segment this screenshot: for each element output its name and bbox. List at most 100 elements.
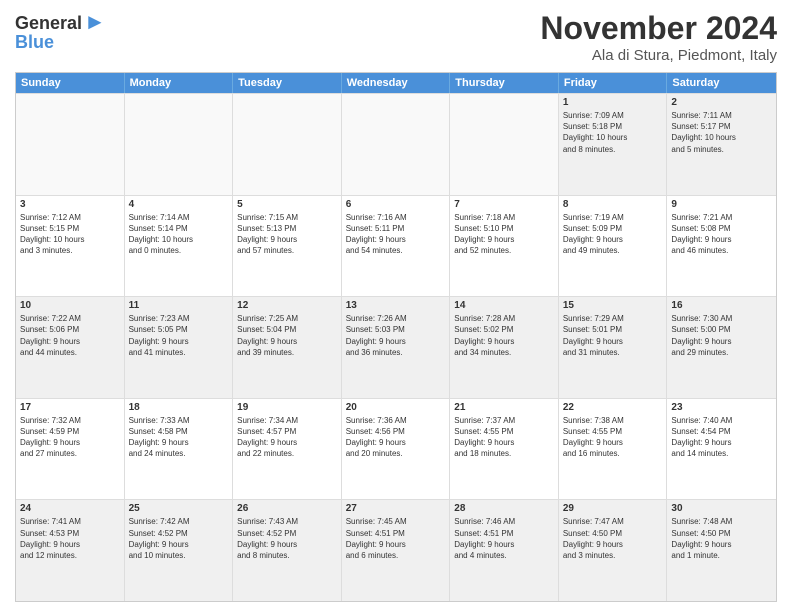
day-info: Sunrise: 7:34 AMSunset: 4:57 PMDaylight:… [237, 415, 337, 460]
day-number: 23 [671, 402, 772, 413]
calendar-cell: 7 Sunrise: 7:18 AMSunset: 5:10 PMDaylight… [450, 196, 559, 297]
calendar-row: 1 Sunrise: 7:09 AMSunset: 5:18 PMDaylight… [16, 93, 776, 195]
day-number: 16 [671, 300, 772, 311]
day-info: Sunrise: 7:33 AMSunset: 4:58 PMDaylight:… [129, 415, 229, 460]
day-number: 20 [346, 402, 446, 413]
day-info: Sunrise: 7:11 AMSunset: 5:17 PMDaylight:… [671, 110, 772, 155]
calendar-cell: 10Sunrise: 7:22 AMSunset: 5:06 PMDayligh… [16, 297, 125, 398]
day-number: 4 [129, 199, 229, 210]
calendar-cell [16, 94, 125, 195]
day-info: Sunrise: 7:45 AMSunset: 4:51 PMDaylight:… [346, 516, 446, 561]
calendar: SundayMondayTuesdayWednesdayThursdayFrid… [15, 72, 777, 602]
day-info: Sunrise: 7:18 AMSunset: 5:10 PMDaylight:… [454, 212, 554, 257]
calendar-cell [450, 94, 559, 195]
logo-general: General [15, 13, 82, 33]
calendar-cell: 2Sunrise: 7:11 AMSunset: 5:17 PMDaylight… [667, 94, 776, 195]
calendar-cell: 1 Sunrise: 7:09 AMSunset: 5:18 PMDaylight… [559, 94, 668, 195]
location: Ala di Stura, Piedmont, Italy [540, 47, 777, 64]
day-number: 17 [20, 402, 120, 413]
day-number: 3 [20, 199, 120, 210]
day-number: 15 [563, 300, 663, 311]
day-info: Sunrise: 7:42 AMSunset: 4:52 PMDaylight:… [129, 516, 229, 561]
calendar-cell: 6 Sunrise: 7:16 AMSunset: 5:11 PMDaylight… [342, 196, 451, 297]
calendar-cell: 14 Sunrise: 7:28 AMSunset: 5:02 PMDayligh… [450, 297, 559, 398]
day-number: 11 [129, 300, 229, 311]
day-info: Sunrise: 7:21 AMSunset: 5:08 PMDaylight:… [671, 212, 772, 257]
title-section: November 2024 Ala di Stura, Piedmont, It… [540, 10, 777, 64]
day-header: Wednesday [342, 73, 451, 93]
day-info: Sunrise: 7:46 AMSunset: 4:51 PMDaylight:… [454, 516, 554, 561]
logo-text: General► [15, 10, 106, 34]
day-info: Sunrise: 7:48 AMSunset: 4:50 PMDaylight:… [671, 516, 772, 561]
calendar-cell: 13 Sunrise: 7:26 AMSunset: 5:03 PMDayligh… [342, 297, 451, 398]
calendar-cell: 29 Sunrise: 7:47 AMSunset: 4:50 PMDayligh… [559, 500, 668, 601]
calendar-cell: 8Sunrise: 7:19 AMSunset: 5:09 PMDaylight… [559, 196, 668, 297]
day-info: Sunrise: 7:40 AMSunset: 4:54 PMDaylight:… [671, 415, 772, 460]
logo-bird-icon: ► [84, 9, 106, 34]
calendar-cell: 23 Sunrise: 7:40 AMSunset: 4:54 PMDayligh… [667, 399, 776, 500]
month-title: November 2024 [540, 10, 777, 47]
logo-blue: Blue [15, 32, 54, 53]
day-number: 7 [454, 199, 554, 210]
day-number: 26 [237, 503, 337, 514]
day-number: 13 [346, 300, 446, 311]
calendar-row: 17 Sunrise: 7:32 AMSunset: 4:59 PMDayligh… [16, 398, 776, 500]
calendar-cell: 30 Sunrise: 7:48 AMSunset: 4:50 PMDayligh… [667, 500, 776, 601]
calendar-body: 1 Sunrise: 7:09 AMSunset: 5:18 PMDaylight… [16, 93, 776, 601]
day-header: Sunday [16, 73, 125, 93]
day-header: Tuesday [233, 73, 342, 93]
day-info: Sunrise: 7:26 AMSunset: 5:03 PMDaylight:… [346, 313, 446, 358]
day-info: Sunrise: 7:37 AMSunset: 4:55 PMDaylight:… [454, 415, 554, 460]
day-info: Sunrise: 7:28 AMSunset: 5:02 PMDaylight:… [454, 313, 554, 358]
calendar-cell: 26 Sunrise: 7:43 AMSunset: 4:52 PMDayligh… [233, 500, 342, 601]
calendar-header: SundayMondayTuesdayWednesdayThursdayFrid… [16, 73, 776, 93]
day-header: Saturday [667, 73, 776, 93]
calendar-cell: 4Sunrise: 7:14 AMSunset: 5:14 PMDaylight… [125, 196, 234, 297]
logo: General► Blue [15, 10, 106, 53]
calendar-cell: 28 Sunrise: 7:46 AMSunset: 4:51 PMDayligh… [450, 500, 559, 601]
day-number: 25 [129, 503, 229, 514]
day-info: Sunrise: 7:09 AMSunset: 5:18 PMDaylight:… [563, 110, 663, 155]
day-info: Sunrise: 7:23 AMSunset: 5:05 PMDaylight:… [129, 313, 229, 358]
day-number: 18 [129, 402, 229, 413]
day-header: Friday [559, 73, 668, 93]
calendar-row: 3Sunrise: 7:12 AMSunset: 5:15 PMDaylight… [16, 195, 776, 297]
day-info: Sunrise: 7:16 AMSunset: 5:11 PMDaylight:… [346, 212, 446, 257]
calendar-cell: 19Sunrise: 7:34 AMSunset: 4:57 PMDayligh… [233, 399, 342, 500]
calendar-cell: 25 Sunrise: 7:42 AMSunset: 4:52 PMDayligh… [125, 500, 234, 601]
calendar-cell: 15Sunrise: 7:29 AMSunset: 5:01 PMDayligh… [559, 297, 668, 398]
day-info: Sunrise: 7:47 AMSunset: 4:50 PMDaylight:… [563, 516, 663, 561]
calendar-cell: 22Sunrise: 7:38 AMSunset: 4:55 PMDayligh… [559, 399, 668, 500]
calendar-row: 10Sunrise: 7:22 AMSunset: 5:06 PMDayligh… [16, 296, 776, 398]
calendar-cell: 12Sunrise: 7:25 AMSunset: 5:04 PMDayligh… [233, 297, 342, 398]
day-info: Sunrise: 7:22 AMSunset: 5:06 PMDaylight:… [20, 313, 120, 358]
calendar-cell: 5Sunrise: 7:15 AMSunset: 5:13 PMDaylight… [233, 196, 342, 297]
page-container: General► Blue November 2024 Ala di Stura… [0, 0, 792, 612]
day-number: 6 [346, 199, 446, 210]
day-number: 5 [237, 199, 337, 210]
calendar-cell: 21Sunrise: 7:37 AMSunset: 4:55 PMDayligh… [450, 399, 559, 500]
day-number: 1 [563, 97, 663, 108]
day-number: 30 [671, 503, 772, 514]
calendar-cell: 24 Sunrise: 7:41 AMSunset: 4:53 PMDayligh… [16, 500, 125, 601]
day-header: Monday [125, 73, 234, 93]
calendar-cell: 18 Sunrise: 7:33 AMSunset: 4:58 PMDayligh… [125, 399, 234, 500]
calendar-cell: 20 Sunrise: 7:36 AMSunset: 4:56 PMDayligh… [342, 399, 451, 500]
day-number: 22 [563, 402, 663, 413]
calendar-cell: 3Sunrise: 7:12 AMSunset: 5:15 PMDaylight… [16, 196, 125, 297]
calendar-cell [125, 94, 234, 195]
day-info: Sunrise: 7:30 AMSunset: 5:00 PMDaylight:… [671, 313, 772, 358]
day-info: Sunrise: 7:32 AMSunset: 4:59 PMDaylight:… [20, 415, 120, 460]
day-info: Sunrise: 7:41 AMSunset: 4:53 PMDaylight:… [20, 516, 120, 561]
day-info: Sunrise: 7:36 AMSunset: 4:56 PMDaylight:… [346, 415, 446, 460]
day-info: Sunrise: 7:43 AMSunset: 4:52 PMDaylight:… [237, 516, 337, 561]
day-number: 29 [563, 503, 663, 514]
calendar-cell [233, 94, 342, 195]
day-number: 14 [454, 300, 554, 311]
day-number: 28 [454, 503, 554, 514]
calendar-row: 24 Sunrise: 7:41 AMSunset: 4:53 PMDayligh… [16, 499, 776, 601]
day-number: 9 [671, 199, 772, 210]
day-number: 27 [346, 503, 446, 514]
day-info: Sunrise: 7:25 AMSunset: 5:04 PMDaylight:… [237, 313, 337, 358]
day-number: 24 [20, 503, 120, 514]
